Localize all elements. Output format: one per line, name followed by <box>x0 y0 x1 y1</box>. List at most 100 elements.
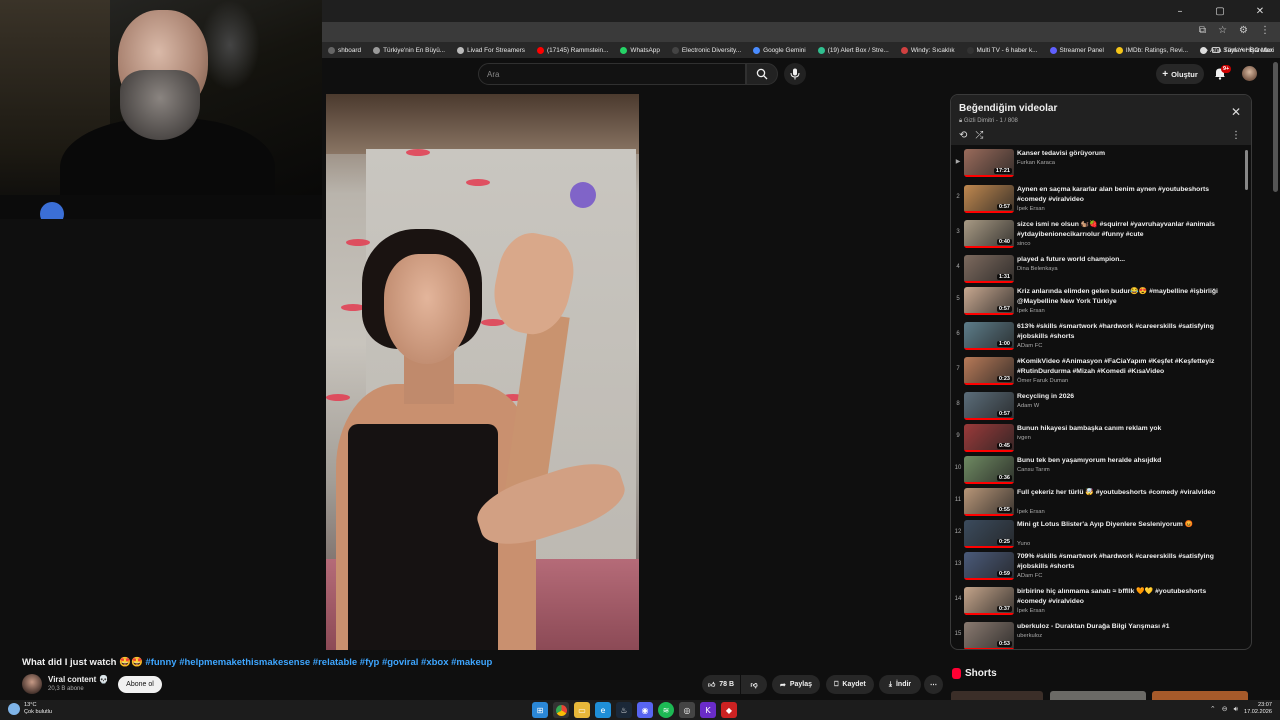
video-thumbnail[interactable]: 0:36 <box>964 456 1014 484</box>
more-actions-button[interactable]: ⋯ <box>924 675 943 694</box>
video-thumbnail[interactable]: 0:40 <box>964 220 1014 248</box>
subscribe-button[interactable]: Abone ol <box>118 676 162 693</box>
playlist-item-title[interactable]: #KomikVideo #Animasyon #FaCiaYapım #Keşf… <box>1017 357 1227 377</box>
windows-start-icon[interactable]: ⊞ <box>532 702 548 718</box>
playlist-item-title[interactable]: Recycling in 2026 <box>1017 392 1227 402</box>
video-thumbnail[interactable]: 0:57 <box>964 185 1014 213</box>
dislike-button[interactable]: 👎︎ <box>741 675 767 694</box>
bookmark-star-icon[interactable]: ☆ <box>1218 25 1227 36</box>
app-icon[interactable]: ◆ <box>721 702 737 718</box>
chrome-icon[interactable] <box>553 702 569 718</box>
close-playlist-button[interactable]: ✕ <box>1231 105 1241 119</box>
like-button[interactable]: 👍︎ 78 B <box>702 675 740 694</box>
weather-widget[interactable]: 13°C Çok bulutlu <box>8 702 52 716</box>
video-thumbnail[interactable]: 0:55 <box>964 488 1014 516</box>
playlist-item[interactable]: 8 0:57 Recycling in 2026 Adam W <box>951 391 1243 423</box>
playlist-item-title[interactable]: Aynen en saçma kararlar alan benim aynen… <box>1017 185 1227 205</box>
playlist-item-title[interactable]: uberkuloz - Duraktan Durağa Bilgi Yarışm… <box>1017 622 1227 632</box>
kick-icon[interactable]: K <box>700 702 716 718</box>
address-bar[interactable]: ⧉ ☆ ⚙ ⋮ <box>322 22 1280 42</box>
playlist-scrollbar[interactable] <box>1245 150 1248 190</box>
video-thumbnail[interactable]: 17:21 <box>964 149 1014 177</box>
bookmark-item[interactable]: Multi TV - 6 haber k... <box>961 46 1044 54</box>
clock[interactable]: 23:07 17.02.2026 <box>1244 702 1272 716</box>
playlist-item-title[interactable]: Bunun hikayesi bambaşka canım reklam yok <box>1017 424 1227 434</box>
playlist-item-title[interactable]: Full çekeriz her türlü 🤯 #youtubeshorts … <box>1017 488 1227 498</box>
bookmark-item[interactable]: Electronic Diversity... <box>666 46 747 54</box>
playlist-item-title[interactable]: birbirine hiç alınmama sanatı ≈ bffllk 🧡… <box>1017 587 1227 607</box>
bookmark-item[interactable]: Livad For Streamers <box>451 46 531 54</box>
cast-icon[interactable]: ⧉ <box>1199 25 1206 36</box>
playlist-item-title[interactable]: played a future world champion... <box>1017 255 1227 265</box>
save-button[interactable]: ⎕ Kaydet <box>826 675 874 694</box>
loop-icon[interactable]: ⟲ <box>959 130 967 141</box>
video-thumbnail[interactable]: 1:00 <box>964 322 1014 350</box>
minimize-button[interactable]: – <box>1160 0 1200 22</box>
playlist-item[interactable]: 9 0:45 Bunun hikayesi bambaşka canım rekla… <box>951 423 1243 455</box>
extensions-icon[interactable]: ⚙ <box>1239 25 1248 36</box>
playlist-item-title[interactable]: Kanser tedavisi görüyorum <box>1017 149 1227 159</box>
video-thumbnail[interactable]: 1:31 <box>964 255 1014 283</box>
playlist-item[interactable]: 15 0:53 uberkuloz - Duraktan Durağa Bilgi … <box>951 621 1243 649</box>
playlist-item[interactable]: ▶ 17:21 Kanser tedavisi görüyorum Furkan Ka… <box>951 148 1243 180</box>
playlist-item-title[interactable]: 613% #skills #smartwork #hardwork #caree… <box>1017 322 1227 342</box>
steam-icon[interactable]: ♨ <box>616 702 632 718</box>
search-button[interactable] <box>746 63 778 85</box>
voice-search-button[interactable] <box>784 63 806 85</box>
edge-icon[interactable]: e <box>595 702 611 718</box>
video-thumbnail[interactable]: 0:37 <box>964 587 1014 615</box>
video-thumbnail[interactable]: 0:45 <box>964 424 1014 452</box>
spotify-icon[interactable]: ≋ <box>658 702 674 718</box>
bookmark-item[interactable]: Windy: Sıcaklık <box>895 46 961 54</box>
video-player[interactable] <box>326 94 639 650</box>
bookmark-item[interactable]: WhatsApp <box>614 46 665 54</box>
playlist-item[interactable]: 3 0:40 sizce ismi ne olsun 🐿️🍓 #squirrel #… <box>951 219 1243 251</box>
bookmark-item[interactable]: Streamer Panel <box>1044 46 1110 54</box>
volume-icon[interactable]: 🔊︎ <box>1234 705 1238 714</box>
playlist-item[interactable]: 6 1:00 613% #skills #smartwork #hardwork #… <box>951 321 1243 353</box>
tray-chevron-icon[interactable]: ⌃ <box>1210 705 1216 713</box>
discord-icon[interactable]: ◉ <box>637 702 653 718</box>
bookmark-item[interactable]: (17145) Rammstein... <box>531 46 614 54</box>
close-window-button[interactable]: ✕ <box>1240 0 1280 22</box>
account-avatar[interactable] <box>1242 66 1257 81</box>
playlist-item[interactable]: 11 0:55 Full çekeriz her türlü 🤯 #youtubes… <box>951 487 1243 519</box>
playlist-item[interactable]: 7 0:23 #KomikVideo #Animasyon #FaCiaYapım … <box>951 356 1243 388</box>
video-thumbnail[interactable]: 0:23 <box>964 357 1014 385</box>
video-thumbnail[interactable]: 0:53 <box>964 622 1014 649</box>
network-icon[interactable]: ⊖ <box>1222 705 1228 713</box>
download-button[interactable]: ⤓ İndir <box>879 675 921 694</box>
playlist-item[interactable]: 14 0:37 birbirine hiç alınmama sanatı ≈ bf… <box>951 586 1243 618</box>
bookmark-item[interactable]: (19) Alert Box / Stre... <box>812 46 895 54</box>
video-thumbnail[interactable]: 0:57 <box>964 287 1014 315</box>
video-hashtags[interactable]: #funny #helpmemakethismakesense #relatab… <box>145 657 492 668</box>
playlist-item[interactable]: 2 0:57 Aynen en saçma kararlar alan benim … <box>951 184 1243 216</box>
playlist-item-title[interactable]: 709% #skills #smartwork #hardwork #caree… <box>1017 552 1227 572</box>
maximize-button[interactable]: ▢ <box>1200 0 1240 22</box>
all-bookmarks-folder[interactable]: » Tüm Yer İşaretleri <box>1204 42 1274 58</box>
page-scrollbar[interactable] <box>1273 62 1278 192</box>
channel-avatar[interactable] <box>22 674 42 694</box>
channel-name[interactable]: Viral content 💀 <box>48 675 109 684</box>
playlist-item-title[interactable]: Mini gt Lotus Blister'a Ayıp Diyenlere S… <box>1017 520 1227 530</box>
bookmark-item[interactable]: Google Gemini <box>747 46 812 54</box>
video-thumbnail[interactable]: 0:59 <box>964 552 1014 580</box>
playlist-item-title[interactable]: sizce ismi ne olsun 🐿️🍓 #squirrel #yavru… <box>1017 220 1227 240</box>
playlist-item[interactable]: 5 0:57 Kriz anlarında elimden gelen budur😂… <box>951 286 1243 318</box>
video-thumbnail[interactable]: 0:57 <box>964 392 1014 420</box>
shuffle-icon[interactable]: ⤮ <box>975 130 983 141</box>
playlist-item[interactable]: 13 0:59 709% #skills #smartwork #hardwork … <box>951 551 1243 583</box>
bookmark-item[interactable]: Türkiye'nin En Büyü... <box>367 46 451 54</box>
file-explorer-icon[interactable]: ▭ <box>574 702 590 718</box>
playlist-item-title[interactable]: Kriz anlarında elimden gelen budur😂😍 #ma… <box>1017 287 1227 307</box>
share-button[interactable]: ➦ Paylaş <box>772 675 820 694</box>
bookmark-item[interactable]: shboard <box>322 46 367 54</box>
video-thumbnail[interactable]: 0:25 <box>964 520 1014 548</box>
playlist-item[interactable]: 12 0:25 Mini gt Lotus Blister'a Ayıp Diyen… <box>951 519 1243 551</box>
playlist-item[interactable]: 4 1:31 played a future world champion... Di… <box>951 254 1243 286</box>
menu-icon[interactable]: ⋮ <box>1260 25 1270 36</box>
create-button[interactable]: + Oluştur <box>1156 64 1204 84</box>
playlist-menu-icon[interactable]: ⋮ <box>1231 130 1241 141</box>
playlist-item[interactable]: 10 0:36 Bunu tek ben yaşamıyorum heralde a… <box>951 455 1243 487</box>
bookmark-item[interactable]: IMDb: Ratings, Revi... <box>1110 46 1194 54</box>
